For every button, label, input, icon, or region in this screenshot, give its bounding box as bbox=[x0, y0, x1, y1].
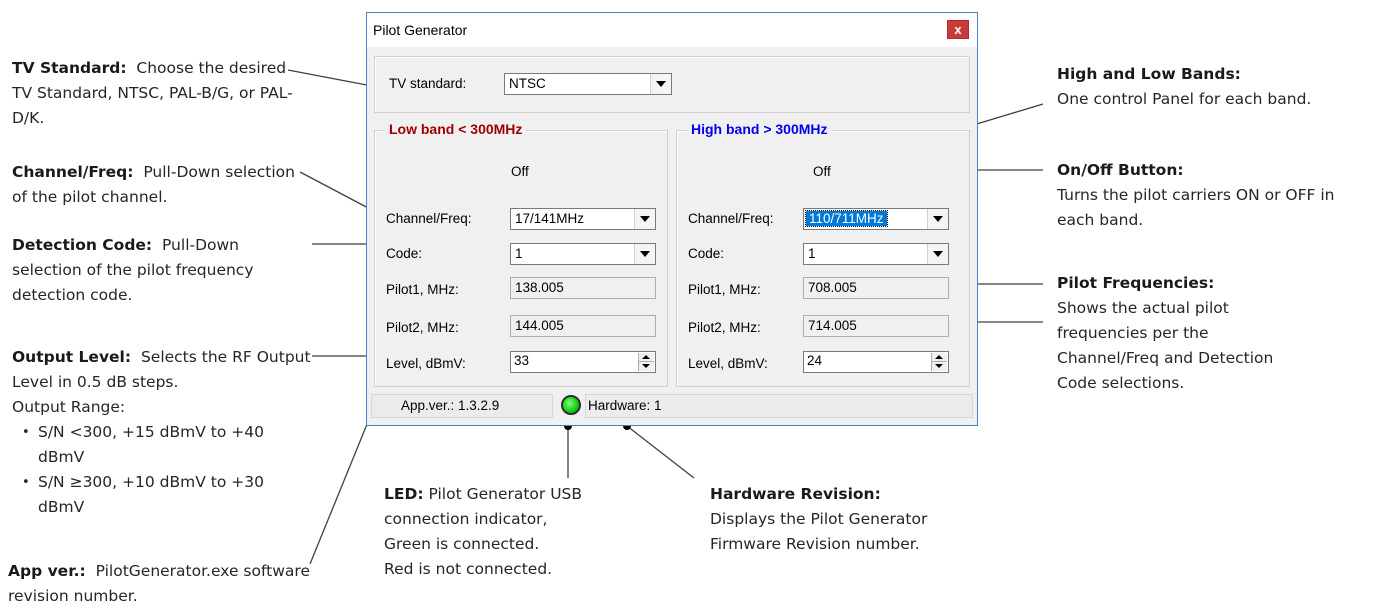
callout-line-hardware bbox=[626, 425, 695, 479]
low-channel-label: Channel/Freq: bbox=[386, 211, 472, 226]
high-band-onoff-button[interactable]: Off bbox=[813, 164, 831, 179]
high-band-title: High band > 300MHz bbox=[687, 121, 832, 137]
low-band-title: Low band < 300MHz bbox=[385, 121, 527, 137]
spin-buttons[interactable] bbox=[931, 353, 947, 371]
spin-buttons[interactable] bbox=[638, 353, 654, 371]
low-band-onoff-button[interactable]: Off bbox=[511, 164, 529, 179]
annotation-output-level: Output Level: Selects the RF Output Leve… bbox=[12, 345, 312, 520]
high-code-select[interactable]: 1 bbox=[803, 243, 949, 265]
low-level-label: Level, dBmV: bbox=[386, 356, 466, 371]
high-pilot2-label: Pilot2, MHz: bbox=[688, 320, 761, 335]
tv-standard-value: NTSC bbox=[509, 76, 546, 91]
low-level-spinner[interactable]: 33 bbox=[510, 351, 656, 373]
high-pilot2-field: 714.005 bbox=[803, 315, 949, 337]
callout-line-channel bbox=[299, 171, 373, 211]
annotation-on-off: On/Off Button: Turns the pilot carriers … bbox=[1057, 161, 1335, 229]
close-button[interactable]: x bbox=[947, 20, 969, 39]
tv-standard-label: TV standard: bbox=[389, 76, 467, 91]
high-level-label: Level, dBmV: bbox=[688, 356, 768, 371]
high-pilot2-value: 714.005 bbox=[808, 318, 857, 333]
low-code-select[interactable]: 1 bbox=[510, 243, 656, 265]
annotation-tv-standard: TV Standard: Choose the desired TV Stand… bbox=[12, 59, 293, 127]
high-level-spinner[interactable]: 24 bbox=[803, 351, 949, 373]
callout-line-appver bbox=[309, 411, 373, 565]
spin-down-icon[interactable] bbox=[932, 362, 947, 371]
high-pilot1-label: Pilot1, MHz: bbox=[688, 282, 761, 297]
chevron-down-icon[interactable] bbox=[634, 209, 655, 229]
app-version-pane: App.ver.: 1.3.2.9 bbox=[371, 394, 553, 418]
output-range-item: S/N <300, +15 dBmV to +40 dBmV bbox=[22, 420, 312, 470]
high-band-group: High band > 300MHz Off Channel/Freq: 110… bbox=[676, 121, 970, 387]
low-pilot2-label: Pilot2, MHz: bbox=[386, 320, 459, 335]
low-channel-select[interactable]: 17/141MHz bbox=[510, 208, 656, 230]
hardware-pane: Hardware: 1 bbox=[585, 394, 973, 418]
annotation-high-low-bands: High and Low Bands: One control Panel fo… bbox=[1057, 65, 1312, 108]
title-bar[interactable]: Pilot Generator x bbox=[367, 13, 977, 47]
low-band-group: Low band < 300MHz Off Channel/Freq: 17/1… bbox=[374, 121, 668, 387]
chevron-down-icon[interactable] bbox=[927, 244, 948, 264]
spin-up-icon[interactable] bbox=[639, 353, 654, 362]
high-level-value[interactable]: 24 bbox=[807, 353, 822, 368]
low-code-value: 1 bbox=[515, 246, 523, 261]
low-pilot1-field: 138.005 bbox=[510, 277, 656, 299]
spin-up-icon[interactable] bbox=[932, 353, 947, 362]
hardware-text: Hardware: 1 bbox=[588, 398, 662, 413]
callout-line-bands bbox=[969, 103, 1044, 127]
high-channel-value: 110/711MHz bbox=[805, 210, 888, 227]
annotation-detection-code: Detection Code: Pull-Down selection of t… bbox=[12, 236, 254, 304]
tv-standard-select[interactable]: NTSC bbox=[504, 73, 672, 95]
annotation-hardware-revision: Hardware Revision: Displays the Pilot Ge… bbox=[710, 485, 928, 553]
annotation-app-ver: App ver.: PilotGenerator.exe software re… bbox=[8, 562, 310, 605]
high-channel-select[interactable]: 110/711MHz bbox=[803, 208, 949, 230]
pilot-generator-window: Pilot Generator x TV standard: NTSC Low … bbox=[366, 12, 978, 426]
low-code-label: Code: bbox=[386, 246, 423, 261]
tv-standard-group: TV standard: NTSC bbox=[374, 56, 970, 113]
app-version-text: App.ver.: 1.3.2.9 bbox=[401, 398, 500, 413]
chevron-down-icon[interactable] bbox=[927, 209, 948, 229]
connection-led-icon bbox=[561, 395, 581, 415]
high-code-label: Code: bbox=[688, 246, 725, 261]
status-bar: App.ver.: 1.3.2.9 Hardware: 1 bbox=[371, 394, 973, 418]
low-channel-value: 17/141MHz bbox=[515, 211, 585, 226]
high-pilot1-field: 708.005 bbox=[803, 277, 949, 299]
annotation-led: LED: Pilot Generator USB connection indi… bbox=[384, 485, 583, 578]
low-level-value[interactable]: 33 bbox=[514, 353, 529, 368]
high-code-value: 1 bbox=[808, 246, 816, 261]
low-pilot1-value: 138.005 bbox=[515, 280, 564, 295]
annotation-channel-freq: Channel/Freq: Pull-Down selection of the… bbox=[12, 163, 295, 206]
high-channel-label: Channel/Freq: bbox=[688, 211, 774, 226]
output-range-list: S/N <300, +15 dBmV to +40 dBmV S/N ≥300,… bbox=[12, 420, 312, 520]
low-pilot2-value: 144.005 bbox=[515, 318, 564, 333]
annotation-pilot-frequencies: Pilot Frequencies: Shows the actual pilo… bbox=[1057, 274, 1274, 392]
output-range-item: S/N ≥300, +10 dBmV to +30 dBmV bbox=[22, 470, 312, 520]
high-pilot1-value: 708.005 bbox=[808, 280, 857, 295]
chevron-down-icon[interactable] bbox=[634, 244, 655, 264]
window-title: Pilot Generator bbox=[373, 22, 468, 38]
spin-down-icon[interactable] bbox=[639, 362, 654, 371]
low-pilot2-field: 144.005 bbox=[510, 315, 656, 337]
low-pilot1-label: Pilot1, MHz: bbox=[386, 282, 459, 297]
chevron-down-icon[interactable] bbox=[650, 74, 671, 94]
